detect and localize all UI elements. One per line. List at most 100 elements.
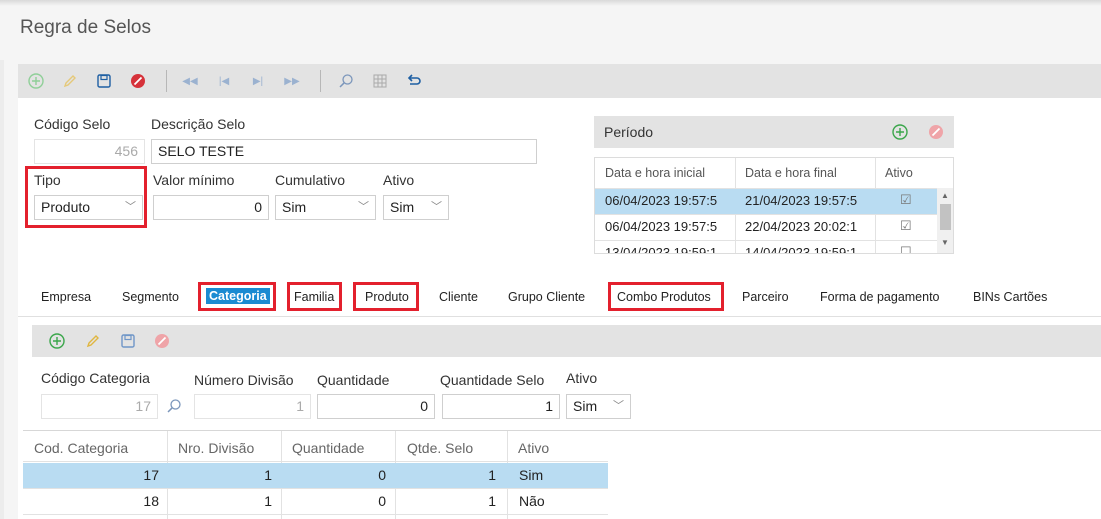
ativo-label: Ativo — [383, 172, 415, 188]
grid-divider — [23, 461, 608, 462]
col-header-inicio: Data e hora inicial — [605, 166, 706, 180]
col-header-qtde-selo: Qtde. Selo — [407, 440, 474, 456]
page-title: Regra de Selos — [20, 17, 151, 38]
delete-icon[interactable] — [152, 331, 172, 351]
codigo-categoria-field[interactable]: 17 — [41, 394, 158, 419]
add-icon[interactable] — [26, 71, 46, 91]
numero-divisao-field[interactable]: 1 — [194, 394, 311, 419]
valor-minimo-field[interactable]: 0 — [153, 195, 269, 220]
chevron-down-icon: ﹀ — [431, 201, 442, 213]
col-header-ativo: Ativo — [885, 166, 913, 180]
scroll-thumb[interactable] — [940, 204, 951, 230]
periodo-title: Período — [604, 124, 654, 140]
add-icon[interactable] — [890, 122, 910, 142]
numero-divisao-label: Número Divisão — [194, 372, 294, 388]
checkbox-icon[interactable]: ☑ — [890, 192, 930, 208]
scroll-down-icon[interactable]: ▼ — [941, 238, 949, 247]
cell-inicio: 13/04/2023 19:59:1 — [605, 245, 718, 254]
categoria-ativo-label: Ativo — [566, 370, 598, 386]
cell-fim: 22/04/2023 20:02:1 — [745, 219, 858, 234]
search-icon[interactable] — [336, 71, 356, 91]
tab-forma-pagamento[interactable]: Forma de pagamento — [820, 290, 940, 304]
cell-fim: 14/04/2023 19:59:1 — [745, 245, 858, 254]
cell-ativo: Sim — [519, 467, 544, 483]
chevron-down-icon: ﹀ — [613, 400, 624, 412]
cell-qtd: 0 — [378, 493, 386, 509]
checkbox-icon[interactable]: ☑ — [890, 218, 930, 234]
categoria-ativo-select[interactable]: Sim ﹀ — [566, 394, 631, 419]
tab-bins-cartoes[interactable]: BINs Cartões — [973, 290, 1047, 304]
delete-icon[interactable] — [128, 71, 148, 91]
cell-fim: 21/04/2023 19:57:5 — [745, 193, 858, 208]
categoria-toolbar — [32, 325, 1101, 357]
cell-inicio: 06/04/2023 19:57:5 — [605, 219, 718, 234]
first-icon[interactable]: ◀◀ — [180, 71, 200, 91]
cell-cod: 17 — [143, 467, 159, 483]
cell-inicio: 06/04/2023 19:57:5 — [605, 193, 718, 208]
codigo-categoria-label: Código Categoria — [41, 370, 150, 386]
tab-cliente[interactable]: Cliente — [439, 290, 478, 304]
cell-div: 1 — [264, 467, 272, 483]
tab-parceiro[interactable]: Parceiro — [742, 290, 789, 304]
codigo-selo-label: Código Selo — [34, 116, 111, 132]
tab-grupo-cliente[interactable]: Grupo Cliente — [508, 290, 585, 304]
top-shadow — [0, 0, 1101, 6]
categoria-ativo-value: Sim — [573, 398, 598, 414]
highlight-box-categoria — [198, 282, 276, 311]
cumulativo-label: Cumulativo — [275, 172, 346, 188]
valor-minimo-label: Valor mínimo — [153, 172, 235, 188]
highlight-box-tipo — [25, 166, 147, 228]
descricao-selo-label: Descrição Selo — [151, 116, 246, 132]
periodo-grid: Data e hora inicial Data e hora final At… — [594, 157, 954, 254]
toolbar-separator — [320, 70, 321, 92]
grid-icon[interactable] — [370, 71, 390, 91]
table-row[interactable]: 06/04/2023 19:57:5 22/04/2023 20:02:1 ☑ — [595, 215, 937, 240]
toolbar-separator — [166, 70, 167, 92]
grid-top-border — [23, 430, 1101, 431]
undo-icon[interactable] — [404, 71, 424, 91]
edit-icon[interactable] — [83, 331, 103, 351]
cell-selo: 1 — [488, 493, 496, 509]
ativo-value: Sim — [390, 199, 415, 215]
highlight-box-produto — [353, 282, 419, 311]
quantidade-selo-label: Quantidade Selo — [440, 372, 545, 388]
table-row[interactable]: 13/04/2023 19:59:1 14/04/2023 19:59:1 ☐ — [595, 241, 937, 254]
col-header-cod-categoria: Cod. Categoria — [34, 440, 129, 456]
table-row[interactable]: 17 1 0 1 Sim — [23, 463, 608, 488]
prev-icon[interactable]: |◀ — [214, 71, 234, 91]
save-icon[interactable] — [118, 331, 138, 351]
col-header-fim: Data e hora final — [745, 166, 837, 180]
scroll-up-icon[interactable]: ▲ — [941, 191, 949, 200]
delete-icon[interactable] — [926, 122, 946, 142]
periodo-header: Período — [594, 116, 954, 148]
col-header-quantidade: Quantidade — [292, 440, 365, 456]
quantidade-field[interactable]: 0 — [317, 394, 435, 419]
ativo-select[interactable]: Sim ﹀ — [383, 195, 449, 220]
save-icon[interactable] — [94, 71, 114, 91]
codigo-selo-field[interactable]: 456 — [34, 139, 145, 164]
main-toolbar: ◀◀ |◀ ▶| ▶▶ — [18, 64, 1101, 98]
table-row[interactable]: 06/04/2023 19:57:5 21/04/2023 19:57:5 ☑ — [595, 189, 937, 214]
tab-empresa[interactable]: Empresa — [41, 290, 91, 304]
cell-qtd: 0 — [378, 467, 386, 483]
next-icon[interactable]: ▶| — [248, 71, 268, 91]
col-header-ativo: Ativo — [518, 440, 550, 456]
tab-segmento[interactable]: Segmento — [122, 290, 179, 304]
descricao-selo-field[interactable]: SELO TESTE — [151, 139, 537, 164]
scrollbar[interactable]: ▲ ▼ — [937, 188, 953, 253]
highlight-box-combo-produtos — [608, 282, 724, 311]
edit-icon[interactable] — [60, 71, 80, 91]
cell-selo: 1 — [488, 467, 496, 483]
col-header-nro-divisao: Nro. Divisão — [178, 440, 255, 456]
cumulativo-value: Sim — [282, 199, 307, 215]
add-icon[interactable] — [47, 331, 67, 351]
chevron-down-icon: ﹀ — [358, 201, 369, 213]
cell-ativo: Não — [519, 493, 545, 509]
cumulativo-select[interactable]: Sim ﹀ — [275, 195, 376, 220]
grid-divider — [23, 514, 608, 515]
quantidade-selo-field[interactable]: 1 — [442, 394, 560, 419]
checkbox-icon[interactable]: ☐ — [890, 244, 930, 253]
table-row[interactable]: 18 1 0 1 Não — [23, 489, 608, 514]
last-icon[interactable]: ▶▶ — [282, 71, 302, 91]
search-icon[interactable] — [164, 396, 184, 416]
